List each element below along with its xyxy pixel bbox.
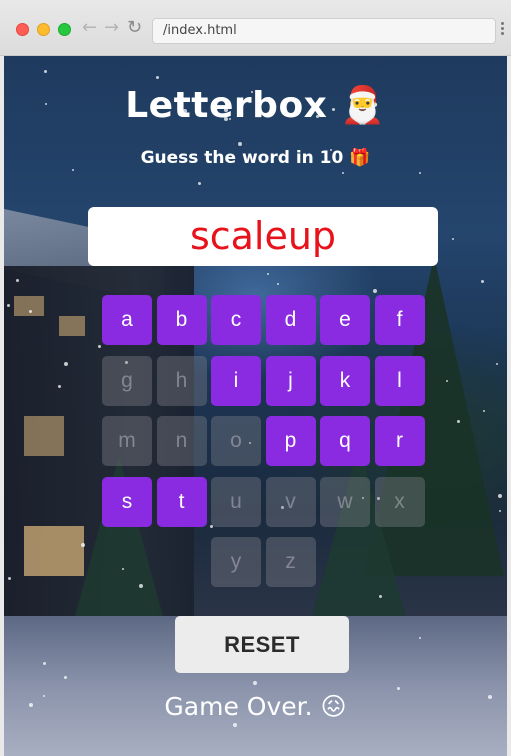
snowflake	[29, 310, 32, 313]
snowflake	[98, 345, 101, 348]
close-window-button[interactable]	[16, 23, 29, 36]
snowflake	[16, 279, 19, 282]
snowflake	[277, 283, 279, 285]
letter-key-p[interactable]: p	[265, 416, 316, 466]
menu-dots-icon[interactable]	[501, 22, 505, 37]
snowflake	[238, 142, 242, 146]
snowflake	[379, 595, 382, 598]
address-bar[interactable]: /index.html	[152, 18, 496, 44]
letter-key-a[interactable]: a	[102, 295, 152, 345]
snowflake	[419, 172, 421, 174]
letter-key-s[interactable]: s	[102, 476, 152, 527]
snowflake	[198, 182, 201, 185]
letter-key-o: o	[211, 416, 261, 466]
snowflake	[457, 420, 460, 423]
letter-key-d[interactable]: d	[265, 295, 316, 345]
snowflake	[43, 662, 46, 665]
game-status: Game Over. 😖	[164, 692, 347, 721]
snowflake	[72, 169, 74, 171]
snowflake	[81, 543, 85, 547]
snowflake	[446, 380, 448, 382]
reset-button[interactable]: RESET	[175, 616, 349, 673]
letter-key-v: v	[265, 476, 316, 527]
letter-key-u: u	[211, 476, 261, 527]
maximize-window-button[interactable]	[58, 23, 71, 36]
letter-key-h: h	[156, 355, 207, 406]
snowflake	[156, 76, 159, 79]
snowflake	[44, 70, 47, 73]
letter-key-q[interactable]: q	[320, 416, 370, 466]
snowflake	[496, 363, 498, 365]
letter-key-x: x	[374, 476, 425, 527]
page-title: Letterbox 🎅	[125, 85, 386, 126]
snowflake	[7, 304, 10, 307]
snowflake	[419, 637, 421, 639]
snowflake	[373, 289, 377, 293]
letter-key-k[interactable]: k	[320, 355, 370, 406]
snowflake	[342, 172, 344, 174]
letter-key-g: g	[102, 355, 152, 406]
letter-key-e[interactable]: e	[320, 295, 370, 345]
letter-key-c[interactable]: c	[211, 295, 261, 345]
snowflake	[397, 687, 400, 690]
letter-key-f[interactable]: f	[374, 295, 425, 345]
snowflake	[452, 238, 454, 240]
letter-key-n: n	[156, 416, 207, 466]
letter-key-y: y	[211, 537, 261, 587]
background-window	[14, 296, 44, 316]
page-subtitle: Guess the word in 10 🎁	[140, 148, 371, 168]
snowflake	[233, 723, 237, 727]
background-window	[59, 316, 85, 336]
minimize-window-button[interactable]	[37, 23, 50, 36]
page-viewport: Letterbox 🎅 Guess the word in 10 🎁 scale…	[4, 56, 507, 756]
letter-key-j[interactable]: j	[265, 355, 316, 406]
letter-key-r[interactable]: r	[374, 416, 425, 466]
forward-arrow-icon[interactable]: →	[104, 16, 119, 40]
background-window	[24, 416, 64, 456]
letter-key-i[interactable]: i	[211, 355, 261, 406]
snowflake	[499, 510, 501, 512]
word-display: scaleup	[88, 207, 438, 266]
letter-key-t[interactable]: t	[156, 476, 207, 527]
snowflake	[483, 410, 485, 412]
snowflake	[8, 577, 11, 580]
snowflake	[498, 494, 502, 498]
back-arrow-icon[interactable]: ←	[82, 16, 97, 40]
browser-toolbar: ← → ↻ /index.html	[0, 0, 511, 56]
letter-keyboard: abcdef ghijkl mnopqr stuvwx yz	[102, 295, 426, 595]
snowflake	[64, 362, 68, 366]
snowflake	[267, 273, 269, 275]
letter-key-w: w	[320, 476, 370, 527]
snowflake	[253, 681, 257, 685]
letter-key-l[interactable]: l	[374, 355, 425, 406]
letter-key-z: z	[265, 537, 316, 587]
snowflake	[58, 385, 61, 388]
snowflake	[481, 280, 484, 283]
snowflake	[64, 676, 67, 679]
letter-key-m: m	[102, 416, 152, 466]
reload-icon[interactable]: ↻	[127, 16, 142, 40]
letter-key-b[interactable]: b	[156, 295, 207, 345]
